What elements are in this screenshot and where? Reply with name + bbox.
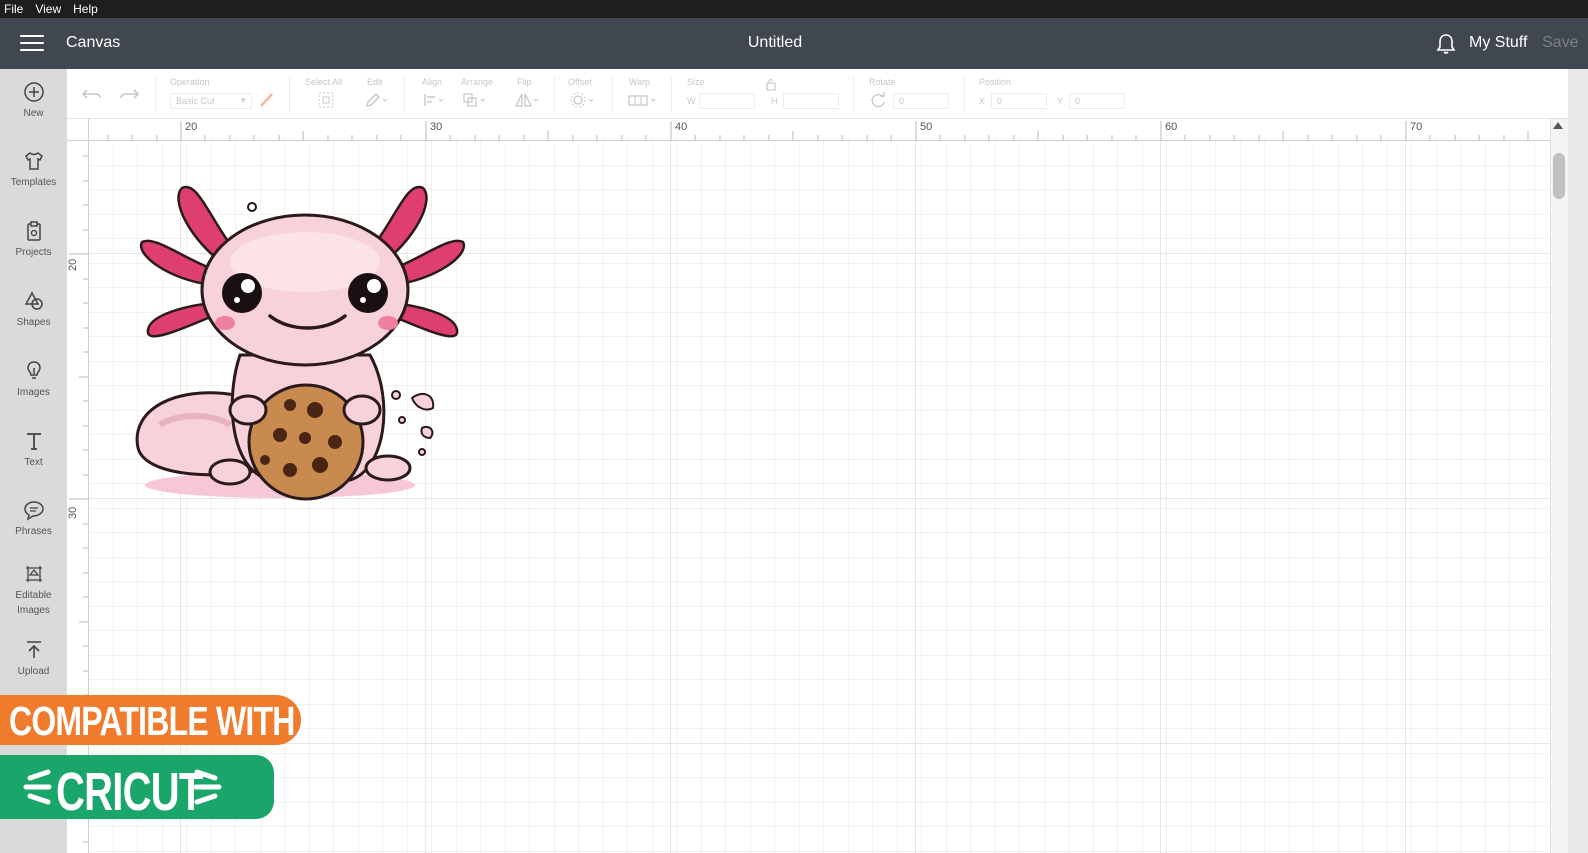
sidebar-item-new[interactable]: New xyxy=(0,81,67,121)
shirt-icon xyxy=(24,152,43,170)
menu-file[interactable]: File xyxy=(4,2,23,16)
clipboard-icon xyxy=(26,221,41,241)
sidebar-item-label: Upload xyxy=(17,666,50,677)
ruler-label: 30 xyxy=(430,121,443,133)
edit-toolbar: Operation Basic Cut ▾ Select All Edit Al… xyxy=(67,69,1588,119)
sidebar-item-text[interactable]: Text xyxy=(0,430,67,470)
sidebar-item-shapes[interactable]: Shapes xyxy=(0,290,67,330)
rotate-icon[interactable] xyxy=(869,91,887,109)
shapes-icon xyxy=(24,291,43,310)
window-edge xyxy=(1568,69,1588,853)
width-label: W xyxy=(687,96,696,106)
offset-icon[interactable] xyxy=(568,91,596,109)
upload-icon xyxy=(26,641,41,658)
scrollbar-thumb[interactable] xyxy=(1553,153,1565,199)
app-header: Canvas Untitled My Stuff Save xyxy=(0,18,1588,69)
sidebar-item-label: Editable xyxy=(15,590,52,601)
select-all-icon[interactable] xyxy=(317,91,335,109)
chevron-down-icon: ▾ xyxy=(241,95,246,105)
flip-icon[interactable] xyxy=(513,91,541,109)
cricut-banner: CRICUT xyxy=(0,755,274,822)
ruler-label: 40 xyxy=(675,121,688,133)
height-label: H xyxy=(771,96,778,106)
notification-bell-icon[interactable] xyxy=(1436,33,1456,60)
sidebar-item-label: Shapes xyxy=(16,317,51,328)
size-label: Size xyxy=(687,77,705,87)
editable-image-icon xyxy=(25,566,42,582)
document-title[interactable]: Untitled xyxy=(0,34,1550,52)
sidebar-item-phrases[interactable]: Phrases xyxy=(0,499,67,539)
sidebar-item-label: Images xyxy=(17,387,50,398)
pen-color-icon[interactable] xyxy=(258,91,276,109)
sidebar-item-upload[interactable]: Upload xyxy=(0,639,67,679)
sidebar-item-label: Text xyxy=(24,457,43,468)
my-stuff-button[interactable]: My Stuff xyxy=(1469,34,1527,52)
ruler-label: 50 xyxy=(920,121,933,133)
ruler-label: 70 xyxy=(1410,121,1423,133)
plus-circle-icon xyxy=(23,82,44,102)
warp-label: Warp xyxy=(629,77,651,87)
sidebar-item-label: Templates xyxy=(10,177,57,188)
height-input[interactable] xyxy=(783,93,839,109)
cricut-text: CRICUT xyxy=(56,762,203,822)
sidebar-item-label: New xyxy=(23,108,44,119)
rotate-label: Rotate xyxy=(869,77,896,87)
compatible-with-banner: COMPATIBLE WITH xyxy=(0,695,301,745)
menu-view[interactable]: View xyxy=(35,2,61,16)
sparkle-left-icon xyxy=(23,769,52,805)
edit-label: Edit xyxy=(367,77,383,87)
position-y-value: 0 xyxy=(1075,96,1081,106)
menu-bar: File View Help xyxy=(0,0,1588,18)
sidebar-item-label: Phrases xyxy=(15,526,52,537)
align-label: Align xyxy=(422,77,443,87)
ruler-label: 60 xyxy=(1165,121,1178,133)
compatible-with-text: COMPATIBLE WITH xyxy=(9,698,295,744)
sidebar-item-editable-images[interactable]: Editable Images xyxy=(0,563,67,618)
width-input[interactable] xyxy=(699,93,755,109)
align-icon[interactable] xyxy=(422,91,448,109)
ruler-label: 30 xyxy=(67,506,79,519)
lock-icon[interactable] xyxy=(764,77,778,91)
edit-pencil-icon[interactable] xyxy=(364,91,390,109)
text-icon xyxy=(26,433,41,450)
flip-label: Flip xyxy=(517,77,532,87)
redo-icon[interactable] xyxy=(118,85,140,103)
sidebar-item-label: Projects xyxy=(15,247,52,258)
ruler-left: 20 30 xyxy=(67,141,89,853)
ruler-label: 20 xyxy=(67,258,79,271)
speech-bubble-icon xyxy=(23,501,44,521)
ruler-corner xyxy=(67,119,89,141)
vertical-scrollbar[interactable] xyxy=(1550,119,1568,853)
sidebar-item-templates[interactable]: Templates xyxy=(0,150,67,190)
position-label: Position xyxy=(979,77,1012,87)
operation-value: Basic Cut xyxy=(176,96,215,106)
sparkle-right-icon xyxy=(193,769,222,805)
arrange-icon[interactable] xyxy=(462,91,490,109)
undo-icon[interactable] xyxy=(81,85,103,103)
ruler-label: 20 xyxy=(185,121,198,133)
scroll-up-arrow-icon[interactable] xyxy=(1553,122,1563,129)
warp-icon[interactable] xyxy=(627,91,659,109)
select-all-label: Select All xyxy=(305,77,343,87)
save-button[interactable]: Save xyxy=(1542,34,1578,52)
position-x-value: 0 xyxy=(997,96,1003,106)
lightbulb-icon xyxy=(26,361,41,379)
menu-help[interactable]: Help xyxy=(73,2,98,16)
axolotl-cookie-image[interactable] xyxy=(130,180,475,505)
ruler-top: 20 30 40 50 60 70 xyxy=(67,119,1550,141)
operation-label: Operation xyxy=(170,77,210,87)
rotate-value: 0 xyxy=(899,96,905,106)
offset-label: Offset xyxy=(568,77,592,87)
sidebar-item-projects[interactable]: Projects xyxy=(0,220,67,260)
arrange-label: Arrange xyxy=(461,77,494,87)
sidebar-item-images[interactable]: Images xyxy=(0,360,67,400)
position-x-label: X xyxy=(979,96,986,106)
position-y-label: Y xyxy=(1057,96,1064,106)
sidebar-item-label-line2: Images xyxy=(17,605,50,616)
